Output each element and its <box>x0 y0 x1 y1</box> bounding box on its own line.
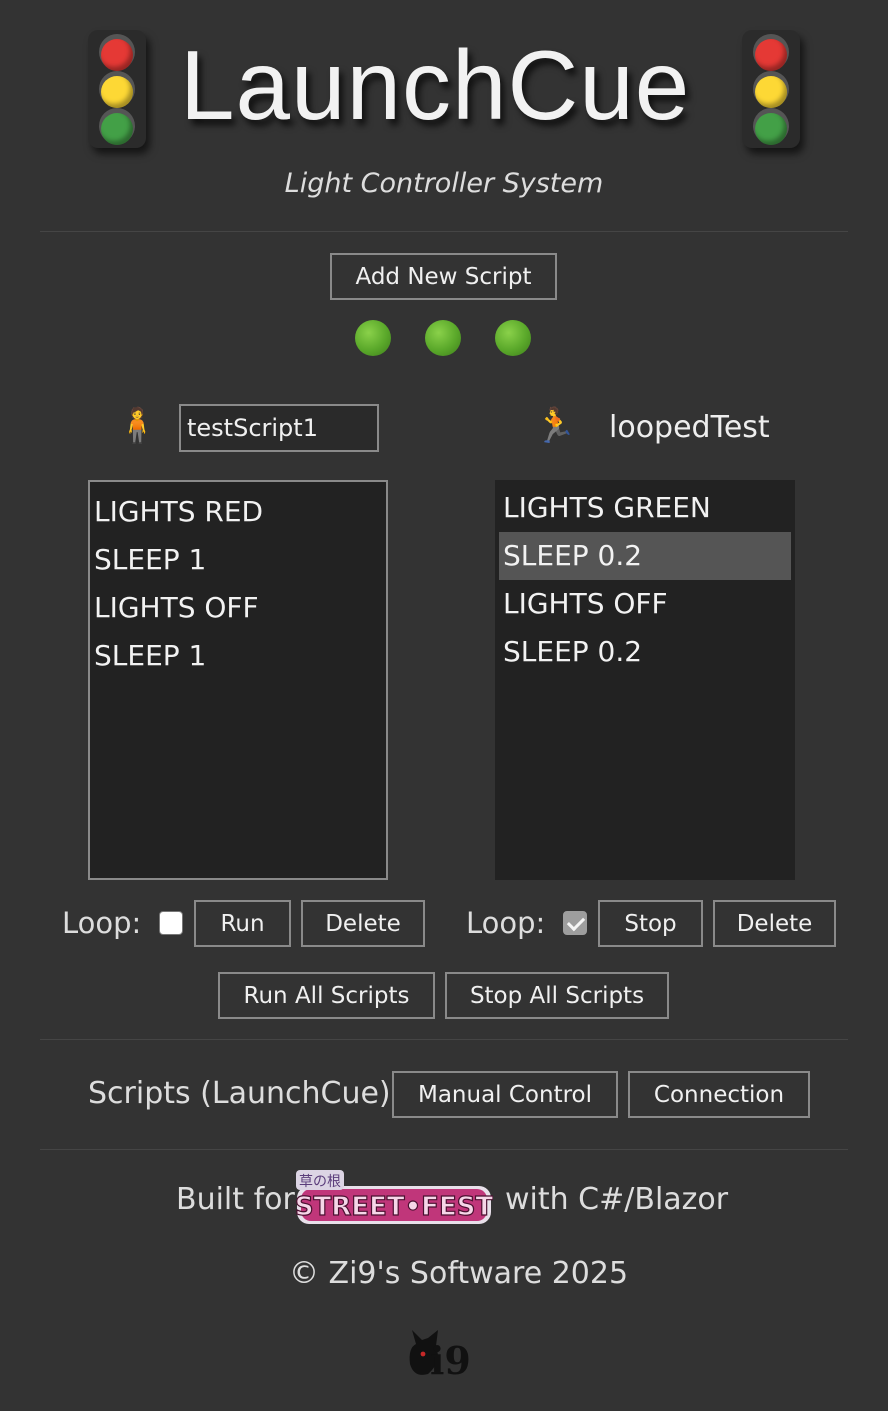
stop-all-scripts-button[interactable]: Stop All Scripts <box>445 972 669 1019</box>
person-running-icon: 🏃 <box>534 406 577 446</box>
svg-text:草の根: 草の根 <box>299 1174 341 1190</box>
script-command-list[interactable]: LIGHTS GREEN SLEEP 0.2 LIGHTS OFF SLEEP … <box>495 480 795 880</box>
stop-button[interactable]: Stop <box>598 900 703 947</box>
connection-button[interactable]: Connection <box>628 1071 810 1118</box>
script-command-list[interactable]: LIGHTS RED SLEEP 1 LIGHTS OFF SLEEP 1 <box>88 480 388 880</box>
delete-button[interactable]: Delete <box>713 900 836 947</box>
command-item[interactable]: LIGHTS OFF <box>499 580 791 628</box>
run-button[interactable]: Run <box>194 900 291 947</box>
add-new-script-button[interactable]: Add New Script <box>330 253 557 300</box>
yellow-lamp-icon <box>101 76 133 108</box>
loop-checkbox[interactable] <box>159 911 183 935</box>
loop-label: Loop: <box>466 906 546 940</box>
status-dot-icon <box>425 320 461 356</box>
green-lamp-icon <box>101 113 133 145</box>
command-item[interactable]: SLEEP 0.2 <box>499 628 791 676</box>
svg-text:i9: i9 <box>430 1338 471 1383</box>
script-name-input[interactable] <box>179 404 379 452</box>
yellow-lamp-icon <box>755 76 787 108</box>
status-dot-icon <box>355 320 391 356</box>
command-item[interactable]: SLEEP 1 <box>90 632 386 680</box>
street-fest-logo: STREET•FEST 草の根 <box>294 1170 494 1228</box>
red-lamp-icon <box>755 39 787 71</box>
built-for-text: Built for <box>176 1182 295 1217</box>
divider <box>40 231 848 232</box>
current-page-label: Scripts (LaunchCue) <box>88 1076 391 1111</box>
script-name-label: loopedTest <box>609 410 770 445</box>
manual-control-button[interactable]: Manual Control <box>392 1071 618 1118</box>
built-with-text: with C#/Blazor <box>505 1182 729 1217</box>
command-item[interactable]: SLEEP 1 <box>90 536 386 584</box>
svg-text:STREET•FEST: STREET•FEST <box>295 1192 493 1222</box>
app-subtitle: Light Controller System <box>284 168 604 199</box>
app-title: LaunchCue <box>180 30 691 140</box>
delete-button[interactable]: Delete <box>301 900 425 947</box>
green-lamp-icon <box>755 113 787 145</box>
copyright-text: © Zi9's Software 2025 <box>289 1256 629 1291</box>
loop-checkbox[interactable] <box>563 911 587 935</box>
person-standing-icon: 🧍 <box>116 406 159 446</box>
loop-label: Loop: <box>62 906 142 940</box>
run-all-scripts-button[interactable]: Run All Scripts <box>218 972 435 1019</box>
zi9-logo: i9 <box>408 1324 490 1384</box>
traffic-light-icon-left <box>88 30 146 148</box>
command-item[interactable]: LIGHTS OFF <box>90 584 386 632</box>
traffic-light-icon-right <box>742 30 800 148</box>
red-lamp-icon <box>101 39 133 71</box>
divider <box>40 1039 848 1040</box>
divider <box>40 1149 848 1150</box>
command-item[interactable]: LIGHTS RED <box>90 488 386 536</box>
command-item-selected[interactable]: SLEEP 0.2 <box>499 532 791 580</box>
command-item[interactable]: LIGHTS GREEN <box>499 484 791 532</box>
status-dot-icon <box>495 320 531 356</box>
